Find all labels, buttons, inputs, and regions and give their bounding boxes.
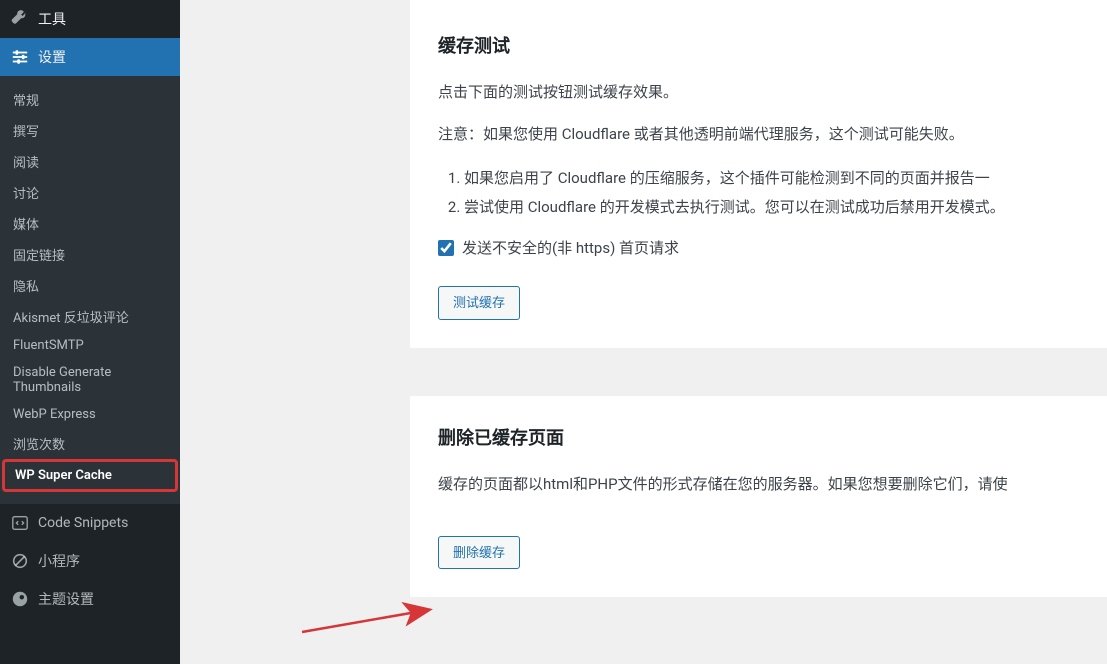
sidebar-item-label: 工具 xyxy=(38,9,66,29)
target-icon xyxy=(10,589,30,609)
cache-test-panel: 缓存测试 点击下面的测试按钮测试缓存效果。 注意：如果您使用 Cloudflar… xyxy=(410,0,1107,348)
delete-cache-panel: 删除已缓存页面 缓存的页面都以html和PHP文件的形式存储在您的服务器。如果您… xyxy=(410,396,1107,598)
sidebar-item-label: Code Snippets xyxy=(38,515,128,531)
sidebar-item-writing[interactable]: 撰写 xyxy=(0,115,180,146)
delete-cache-button[interactable]: 删除缓存 xyxy=(438,536,520,570)
sidebar-item-webp-express[interactable]: WebP Express xyxy=(0,401,180,428)
sidebar-item-reading[interactable]: 阅读 xyxy=(0,146,180,177)
code-icon xyxy=(10,513,30,533)
sidebar-item-disable-thumbnails[interactable]: Disable Generate Thumbnails xyxy=(0,359,180,401)
main-content: 缓存测试 点击下面的测试按钮测试缓存效果。 注意：如果您使用 Cloudflar… xyxy=(180,0,1107,664)
sidebar-item-wp-super-cache[interactable]: WP Super Cache xyxy=(2,459,178,492)
insecure-request-checkbox[interactable] xyxy=(438,240,454,256)
list-item: 如果您启用了 Cloudflare 的压缩服务，这个插件可能检测到不同的页面并报… xyxy=(464,164,1079,193)
settings-submenu: 常规 撰写 阅读 讨论 媒体 固定链接 隐私 Akismet 反垃圾评论 Flu… xyxy=(0,76,180,504)
sidebar-item-general[interactable]: 常规 xyxy=(0,84,180,115)
list-item: 尝试使用 Cloudflare 的开发模式去执行测试。您可以在测试成功后禁用开发… xyxy=(464,193,1079,222)
sidebar-item-akismet[interactable]: Akismet 反垃圾评论 xyxy=(0,301,180,332)
panel-title: 删除已缓存页面 xyxy=(438,424,1079,450)
slider-icon xyxy=(10,47,30,67)
sidebar-item-views[interactable]: 浏览次数 xyxy=(0,428,180,459)
test-cache-button[interactable]: 测试缓存 xyxy=(438,286,520,320)
circle-slash-icon xyxy=(10,551,30,571)
sidebar-item-discussion[interactable]: 讨论 xyxy=(0,177,180,208)
note-list: 如果您启用了 Cloudflare 的压缩服务，这个插件可能检测到不同的页面并报… xyxy=(464,164,1079,221)
sidebar-item-code-snippets[interactable]: Code Snippets xyxy=(0,504,180,542)
sidebar-item-theme-settings[interactable]: 主题设置 xyxy=(0,580,180,618)
wrench-icon xyxy=(10,9,30,29)
sidebar-item-tools[interactable]: 工具 xyxy=(0,0,180,38)
sidebar-item-label: 设置 xyxy=(38,47,66,67)
sidebar-item-permalinks[interactable]: 固定链接 xyxy=(0,239,180,270)
panel-title: 缓存测试 xyxy=(438,32,1079,58)
sidebar-item-miniprogram[interactable]: 小程序 xyxy=(0,542,180,580)
panel-intro: 点击下面的测试按钮测试缓存效果。 xyxy=(438,80,1079,104)
panel-note: 注意：如果您使用 Cloudflare 或者其他透明前端代理服务，这个测试可能失… xyxy=(438,122,1079,146)
panel-intro: 缓存的页面都以html和PHP文件的形式存储在您的服务器。如果您想要删除它们，请… xyxy=(438,472,1079,496)
sidebar-item-privacy[interactable]: 隐私 xyxy=(0,270,180,301)
insecure-request-checkbox-row[interactable]: 发送不安全的(非 https) 首页请求 xyxy=(438,237,1079,258)
sidebar-item-fluentsmtp[interactable]: FluentSMTP xyxy=(0,332,180,359)
admin-sidebar: 工具 设置 常规 撰写 阅读 讨论 媒体 固定链接 隐私 Akismet 反垃圾… xyxy=(0,0,180,664)
sidebar-item-settings[interactable]: 设置 xyxy=(0,38,180,76)
sidebar-item-label: 主题设置 xyxy=(38,589,94,609)
sidebar-item-media[interactable]: 媒体 xyxy=(0,208,180,239)
sidebar-item-label: 小程序 xyxy=(38,551,80,571)
checkbox-label: 发送不安全的(非 https) 首页请求 xyxy=(462,237,679,258)
